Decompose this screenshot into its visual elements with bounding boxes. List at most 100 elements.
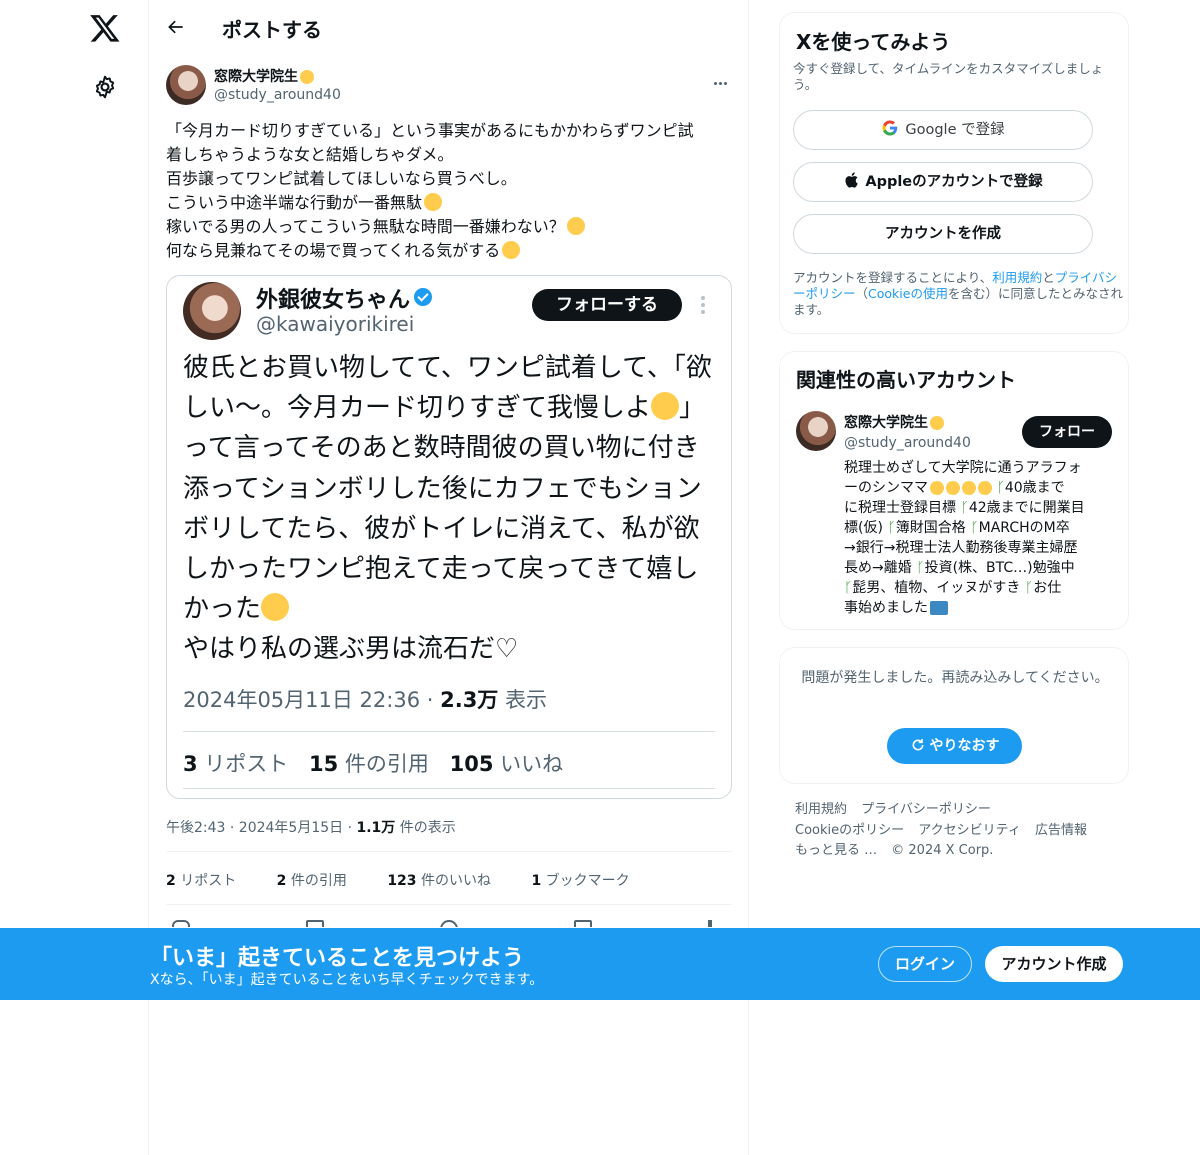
error-message: 問題が発生しました。再読み込みしてください。 xyxy=(801,670,1109,686)
likes-stat[interactable]: 123 件のいいね xyxy=(387,873,509,889)
page-title: ポストする xyxy=(222,18,322,42)
apple-signup-button[interactable]: Appleのアカウントで登録 xyxy=(793,162,1093,202)
post-stats: 2 リポスト 2 件の引用 123 件のいいね 1 ブックマーク xyxy=(166,870,666,890)
embedded-line: かった xyxy=(183,589,723,629)
signup-button[interactable]: アカウント作成 xyxy=(985,946,1123,982)
signup-subtitle: 今すぐ登録して、タイムラインをカスタマイズしましょう。 xyxy=(793,61,1104,92)
footer-link[interactable]: プライバシーポリシー xyxy=(861,802,991,817)
author-handle[interactable]: @study_around40 xyxy=(214,87,341,103)
embedded-line: しかったワンピ抱えて走って戻ってきて嬉し xyxy=(183,554,699,585)
bio-line: →銀行→税理士法人勤務後専業主婦歴 xyxy=(844,540,1078,556)
cookie-link[interactable]: Cookieの使用 xyxy=(868,286,948,301)
seedling-icon: ᚴ xyxy=(887,520,896,536)
bio-line: 税理士めざして大学院に通うアラフォ xyxy=(844,460,1082,476)
chick-emoji-icon xyxy=(300,70,314,84)
author-name[interactable]: 窓際大学院生 xyxy=(214,66,314,86)
girl-emoji-icon xyxy=(978,481,992,495)
smiling-hearts-emoji-icon xyxy=(261,593,290,622)
post-line: 稼いでる男の人ってこういう無駄な時間一番嫌わない？ xyxy=(166,215,736,239)
like-icon[interactable] xyxy=(440,920,458,927)
embedded-author-name: 外銀彼女ちゃん xyxy=(256,282,433,314)
seedling-icon: ᚴ xyxy=(1024,580,1034,596)
post-timestamp[interactable]: 午後2:43 · 2024年5月15日 · 1.1万 件の表示 xyxy=(166,817,456,837)
arrow-left-icon[interactable] xyxy=(166,17,186,37)
gear-icon[interactable] xyxy=(92,74,118,100)
x-logo-icon[interactable] xyxy=(89,12,121,44)
footer-link[interactable]: Cookieのポリシー xyxy=(795,823,904,838)
post-author: 窓際大学院生 @study_around40 xyxy=(166,64,732,108)
signup-title: Xを使ってみよう xyxy=(796,30,951,54)
related-accounts-card: 関連性の高いアカウント 窓際大学院生 @study_around40 フォロー … xyxy=(779,351,1129,630)
signup-card: Xを使ってみよう 今すぐ登録して、タイムラインをカスタマイズしましょう。 Goo… xyxy=(779,12,1129,334)
embedded-body: 彼氏とお買い物してて、ワンピ試着して、「欲 しい〜。今月カード切りすぎて我慢しよ… xyxy=(183,348,723,670)
attached-screenshot[interactable]: 外銀彼女ちゃん @kawaiyorikirei フォローする 彼氏とお買い物して… xyxy=(166,275,732,799)
page-header: ポストする xyxy=(149,0,748,54)
embedded-line: ボリしてたら、彼がトイレに消えて、私が欲 xyxy=(183,513,700,544)
error-card: 問題が発生しました。再読み込みしてください。 やりなおす xyxy=(779,647,1129,784)
related-name[interactable]: 窓際大学院生 xyxy=(844,412,944,432)
sweat-smile-emoji-icon xyxy=(502,241,521,259)
girl-emoji-icon xyxy=(962,481,976,495)
quotes-stat[interactable]: 2 件の引用 xyxy=(277,873,365,889)
bio-line: に税理士登録目標 ᚴ42歳までに開業目 xyxy=(844,500,1085,516)
footer-link[interactable]: 利用規約 xyxy=(795,802,847,817)
share-icon[interactable] xyxy=(708,920,712,927)
avatar xyxy=(183,282,241,340)
seedling-icon: ᚴ xyxy=(996,480,1005,496)
signup-banner: 「いま」起きていることを見つけよう Xなら、「いま」起きていることをいち早くチェ… xyxy=(0,928,1200,1000)
post-line: 「今月カード切りすぎている」という事実があるにもかかわらずワンピ試 xyxy=(166,121,694,140)
login-button[interactable]: ログイン xyxy=(878,946,972,982)
related-title: 関連性の高いアカウント xyxy=(796,368,1016,392)
follow-button[interactable]: フォロー xyxy=(1022,416,1112,448)
reply-icon[interactable] xyxy=(172,920,190,927)
bio-line: ᚴ髭男、植物、イッヌがすき ᚴお仕 xyxy=(844,580,1062,596)
pleading-face-emoji-icon xyxy=(424,193,443,211)
verified-badge-icon xyxy=(414,288,433,306)
bio-line: 長め→離婚 ᚴ投資(株、BTC…)勉強中 xyxy=(844,560,1075,576)
divider xyxy=(166,904,732,905)
crying-face-emoji-icon xyxy=(651,392,680,421)
apple-icon xyxy=(845,172,859,188)
repost-icon[interactable] xyxy=(306,920,324,927)
google-signup-button[interactable]: Google で登録 xyxy=(793,110,1093,150)
bookmarks-stat[interactable]: 1 ブックマーク xyxy=(531,873,647,889)
embedded-author-handle: @kawaiyorikirei xyxy=(256,312,415,336)
sweat-smile-emoji-icon xyxy=(566,217,585,235)
footer-link[interactable]: もっと見る … xyxy=(795,843,877,858)
refresh-icon xyxy=(912,739,923,751)
more-options-icon xyxy=(701,296,705,314)
footer-link[interactable]: 広告情報 xyxy=(1035,823,1087,838)
bio-line: 事始めました xyxy=(844,598,1116,618)
embedded-line: って言ってそのあと数時間彼の買い物に付き xyxy=(183,433,700,464)
embedded-line: しい〜。今月カード切りすぎて我慢しよ」 xyxy=(183,392,706,424)
embedded-stats: 3 リポスト 15 件の引用 105 いいね xyxy=(183,752,564,776)
related-bio: 税理士めざして大学院に通うアラフォ ーのシンママ ᚴ40歳まで に税理士登録目標… xyxy=(844,458,1116,618)
post-line: 着しちゃうような女と結婚しちゃダメ。 xyxy=(166,145,454,164)
avatar[interactable] xyxy=(796,411,836,451)
new-button-emoji-icon xyxy=(930,601,948,615)
chick-emoji-icon xyxy=(930,416,944,430)
google-icon xyxy=(882,120,898,136)
bio-line: 標(仮) ᚴ簿財国合格 ᚴMARCHのM卒 xyxy=(844,520,1070,536)
seedling-icon: ᚴ xyxy=(916,560,925,576)
embedded-line: やはり私の選ぶ男は流石だ♡ xyxy=(183,634,519,665)
retry-button[interactable]: やりなおす xyxy=(887,728,1022,764)
bookmark-icon[interactable] xyxy=(574,920,592,927)
post-line: 百歩譲ってワンピ試着してほしいなら買うべし。 xyxy=(166,169,517,188)
footer-links: 利用規約 プライバシーポリシー Cookieのポリシー アクセシビリティ 広告情… xyxy=(795,800,1115,862)
house-emoji-icon xyxy=(930,481,944,495)
terms-link[interactable]: 利用規約 xyxy=(992,270,1042,285)
divider xyxy=(166,851,732,852)
embedded-line: 彼氏とお買い物してて、ワンピ試着して、「欲 xyxy=(183,353,712,383)
divider xyxy=(183,788,715,789)
reposts-stat[interactable]: 2 リポスト xyxy=(166,873,254,889)
seedling-icon: ᚴ xyxy=(960,500,969,516)
post-line: こういう中途半端な行動が一番無駄 xyxy=(166,191,736,215)
signup-terms: アカウントを登録することにより、利用規約とプライバシーポリシー（Cookieの使… xyxy=(793,270,1123,317)
more-options-icon[interactable] xyxy=(714,70,732,85)
embedded-meta: 2024年05月11日 22:36 · 2.3万 表示 xyxy=(183,688,547,712)
related-handle[interactable]: @study_around40 xyxy=(844,435,971,451)
footer-link[interactable]: アクセシビリティ xyxy=(918,823,1021,838)
create-account-button[interactable]: アカウントを作成 xyxy=(793,214,1093,254)
avatar[interactable] xyxy=(166,65,206,105)
